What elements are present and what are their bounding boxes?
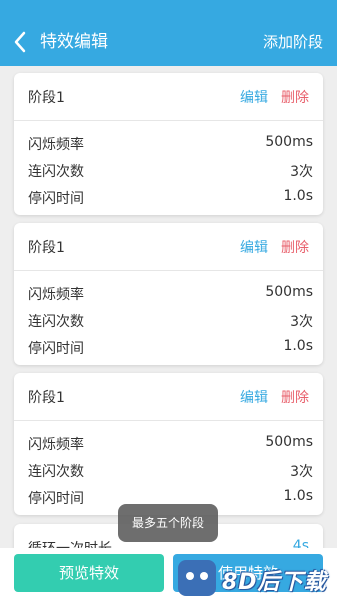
stage-card-header: 阶段1 编辑 删除: [14, 373, 323, 421]
row-value: 3次: [290, 314, 313, 330]
watermark-logo: 8D后下载: [178, 556, 337, 600]
stage-card-header: 阶段1 编辑 删除: [14, 73, 323, 121]
row-value: 1.0s: [283, 188, 313, 204]
delete-stage-button[interactable]: 删除: [281, 237, 309, 257]
row-value: 3次: [290, 164, 313, 180]
flash-frequency-row: 闪烁频率 500ms: [28, 132, 313, 154]
pause-time-row: 停闪时间 1.0s: [28, 336, 313, 358]
page-title: 特效编辑: [40, 32, 108, 52]
flash-count-row: 连闪次数 3次: [28, 309, 313, 331]
stage-name: 阶段1: [28, 240, 65, 256]
stage-name: 阶段1: [28, 90, 65, 106]
flash-count-row: 连闪次数 3次: [28, 159, 313, 181]
edit-stage-button[interactable]: 编辑: [240, 387, 268, 407]
row-label: 连闪次数: [28, 164, 84, 180]
flash-frequency-row: 闪烁频率 500ms: [28, 282, 313, 304]
row-value: 500ms: [265, 434, 313, 450]
stage-card: 阶段1 编辑 删除 闪烁频率 500ms 连闪次数 3次 停闪时间 1.0s: [14, 73, 323, 215]
row-value: 3次: [290, 464, 313, 480]
row-label: 连闪次数: [28, 314, 84, 330]
pause-time-row: 停闪时间 1.0s: [28, 186, 313, 208]
row-label: 闪烁频率: [28, 287, 84, 303]
row-label: 连闪次数: [28, 464, 84, 480]
row-label: 闪烁频率: [28, 137, 84, 153]
row-label: 停闪时间: [28, 191, 84, 207]
row-label: 停闪时间: [28, 491, 84, 507]
app-header: 特效编辑 添加阶段: [0, 0, 337, 66]
add-stage-button[interactable]: 添加阶段: [263, 32, 323, 52]
edit-stage-button[interactable]: 编辑: [240, 237, 268, 257]
stage-card-header: 阶段1 编辑 删除: [14, 223, 323, 271]
row-label: 停闪时间: [28, 341, 84, 357]
row-label: 闪烁频率: [28, 437, 84, 453]
row-value: 1.0s: [283, 338, 313, 354]
delete-stage-button[interactable]: 删除: [281, 87, 309, 107]
preview-effect-button[interactable]: 预览特效: [14, 554, 164, 592]
stage-card: 阶段1 编辑 删除 闪烁频率 500ms 连闪次数 3次 停闪时间 1.0s: [14, 223, 323, 365]
stage-name: 阶段1: [28, 390, 65, 406]
stage-card: 阶段1 编辑 删除 闪烁频率 500ms 连闪次数 3次 停闪时间 1.0s: [14, 373, 323, 515]
robot-logo-icon: [178, 560, 216, 596]
row-value: 1.0s: [283, 488, 313, 504]
delete-stage-button[interactable]: 删除: [281, 387, 309, 407]
edit-stage-button[interactable]: 编辑: [240, 87, 268, 107]
flash-frequency-row: 闪烁频率 500ms: [28, 432, 313, 454]
row-value: 500ms: [265, 284, 313, 300]
flash-count-row: 连闪次数 3次: [28, 459, 313, 481]
watermark-text: 8D后下载: [222, 570, 327, 595]
toast-message: 最多五个阶段: [118, 504, 218, 542]
row-value: 500ms: [265, 134, 313, 150]
chevron-left-icon[interactable]: [12, 30, 28, 54]
